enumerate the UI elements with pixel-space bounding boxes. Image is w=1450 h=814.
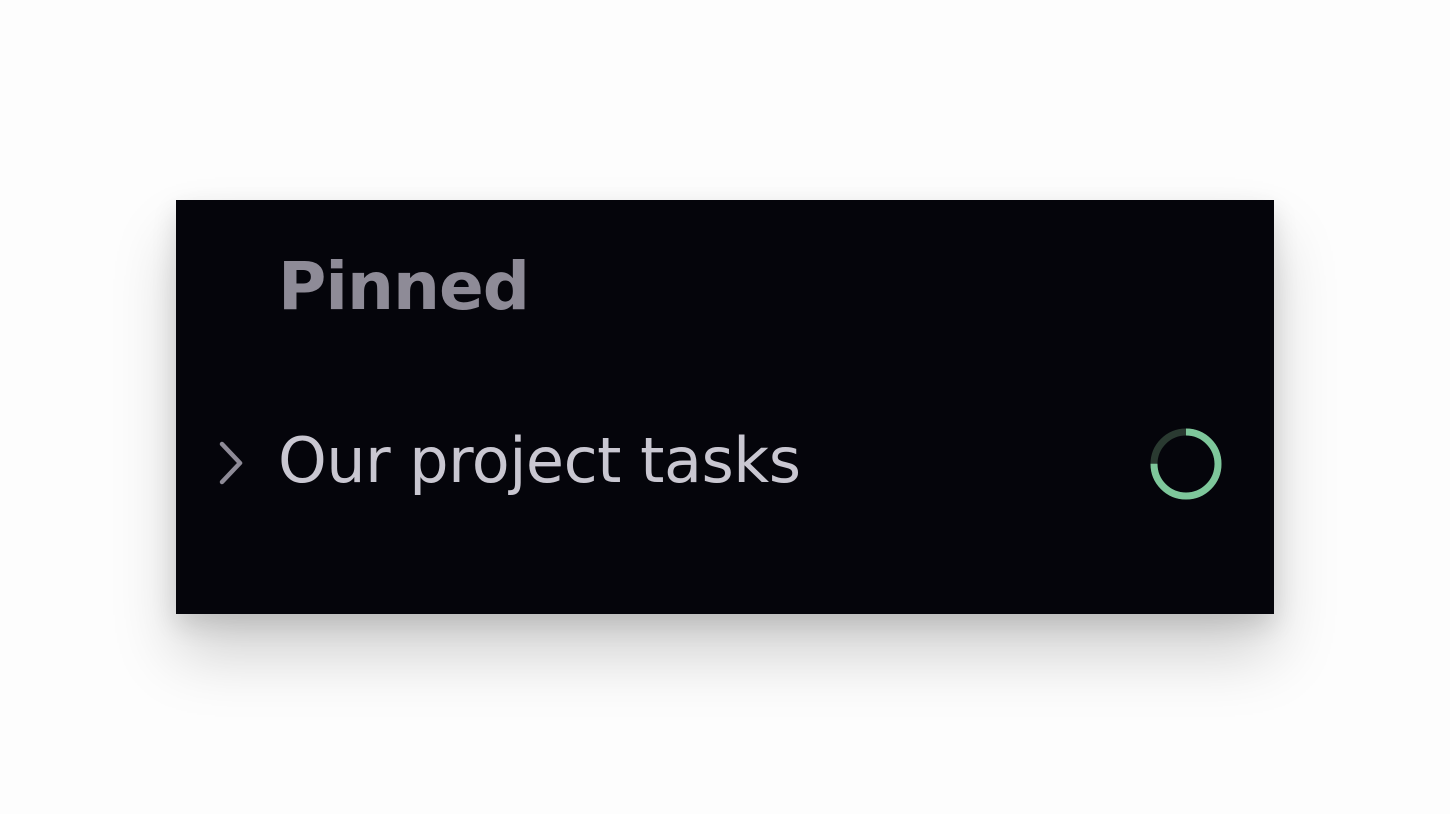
sidebar-item-label: Our project tasks (278, 424, 801, 497)
sidebar-panel: Pinned Our project tasks (176, 200, 1274, 614)
chevron-right-icon[interactable] (216, 440, 246, 486)
chevron-right-icon-graphic (219, 441, 243, 485)
sidebar-item-our-project-tasks[interactable]: Our project tasks (176, 414, 1274, 514)
pinned-section-heading: Pinned (278, 248, 530, 325)
progress-ring-icon (1148, 426, 1224, 502)
progress-ring-graphic (1150, 428, 1222, 500)
